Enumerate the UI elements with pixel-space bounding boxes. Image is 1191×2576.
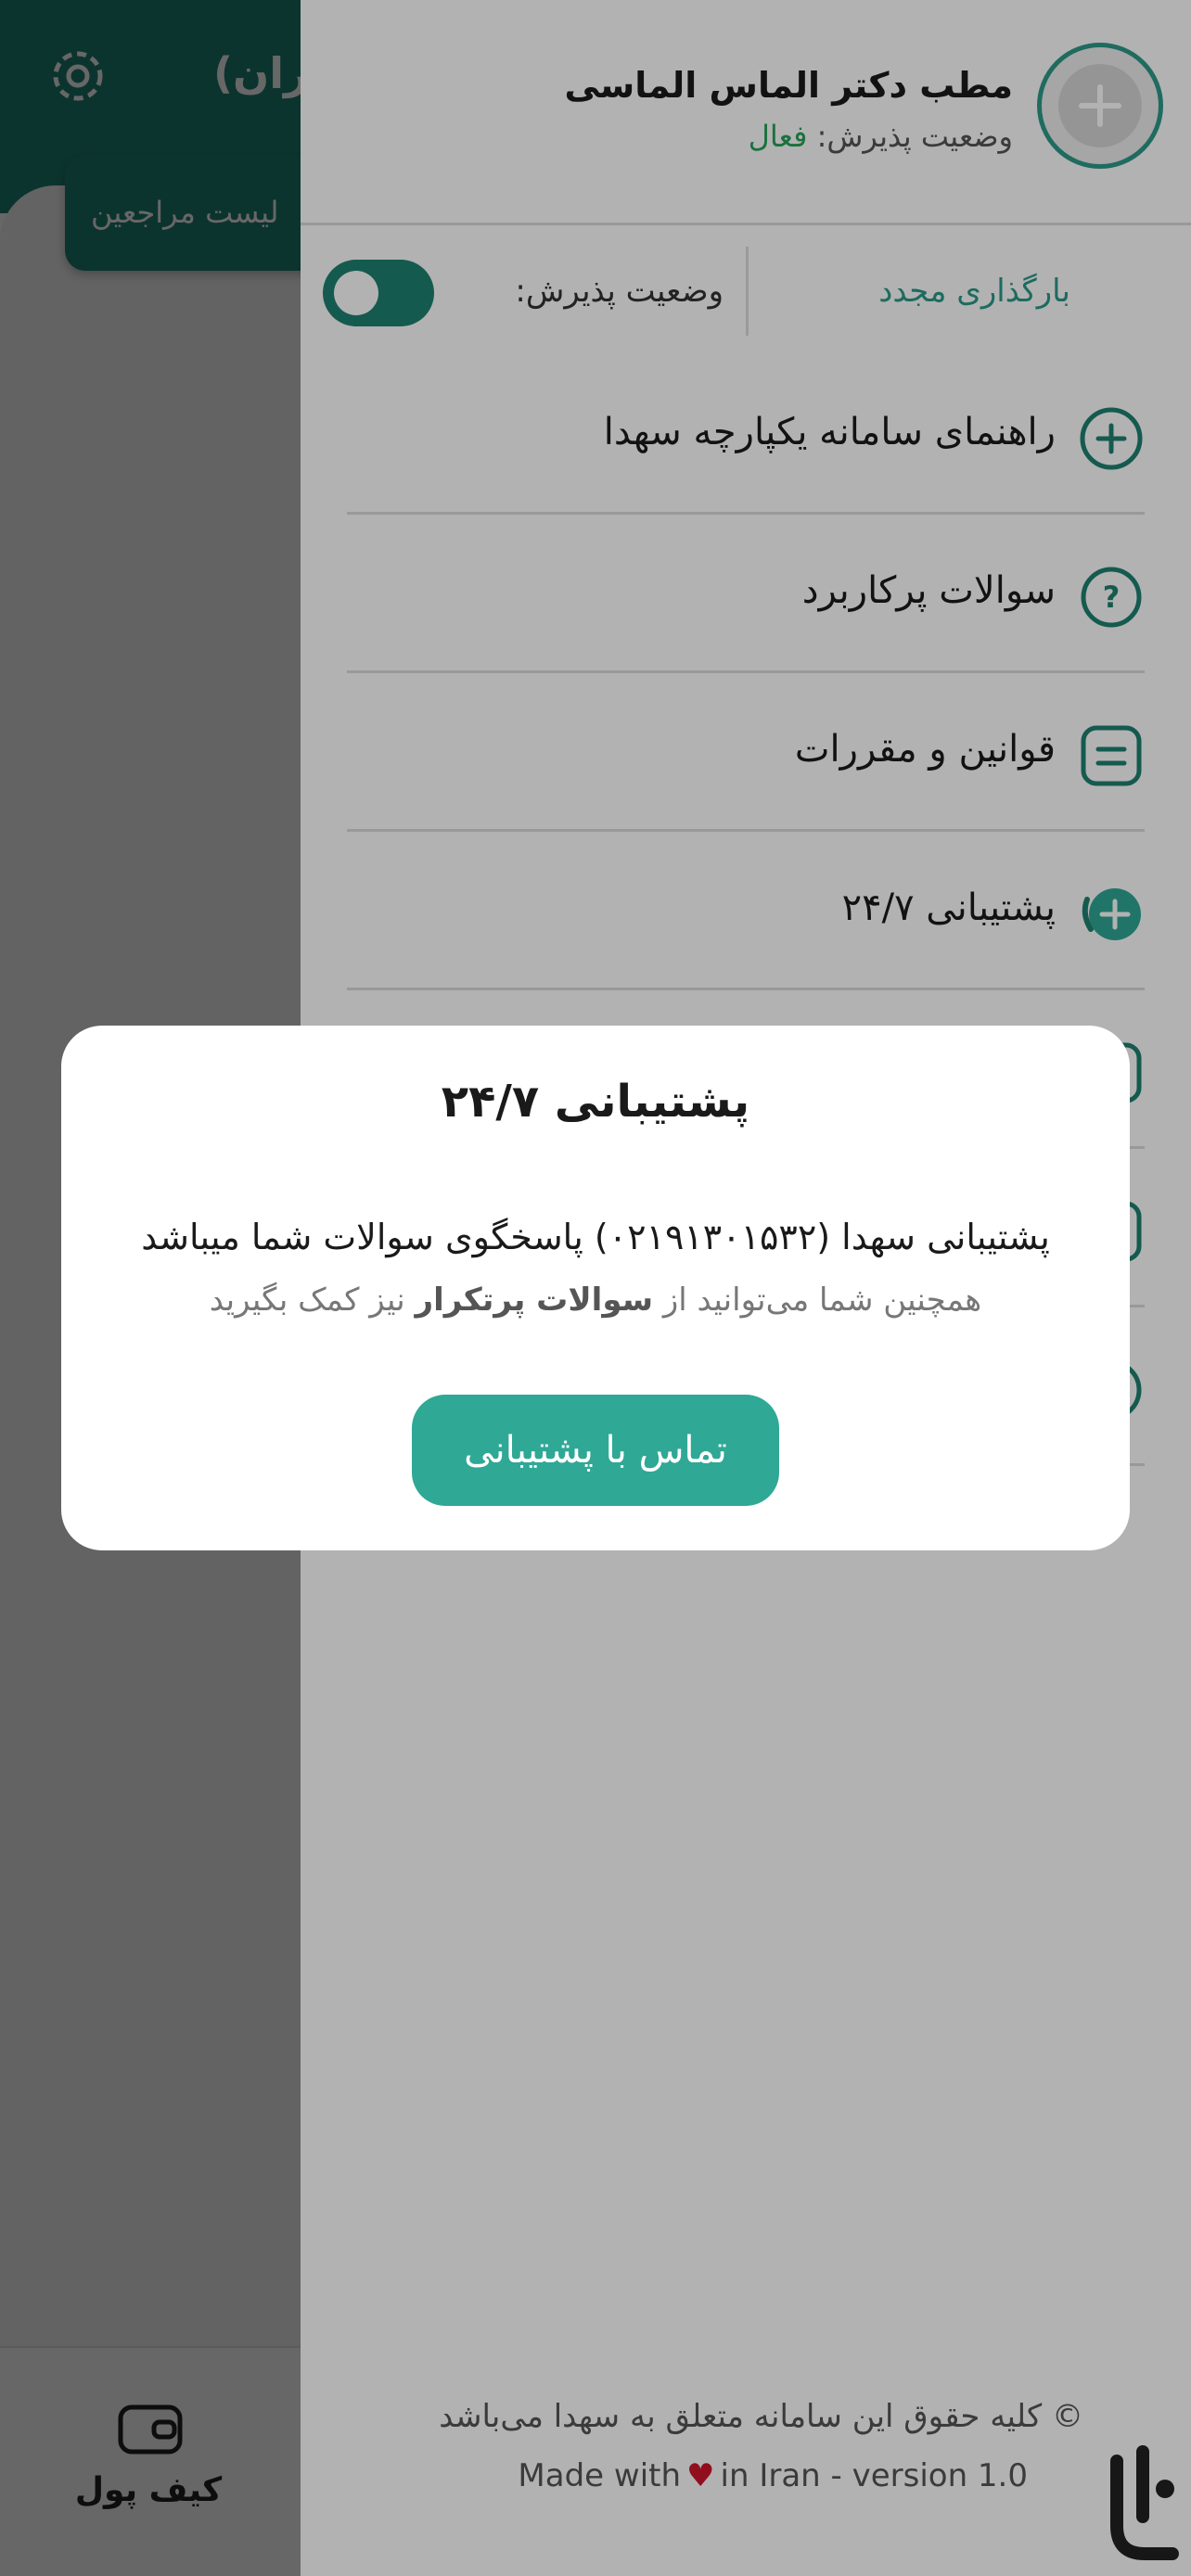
contact-support-button[interactable]: تماس با پشتیبانی: [412, 1395, 779, 1506]
dialog-faq-suffix: نیز کمک بگیرید: [209, 1282, 416, 1319]
dialog-faq-text: همچنین شما می‌توانید از سوالات پرتکرار ن…: [61, 1282, 1130, 1319]
dialog-faq-prefix: همچنین شما می‌توانید از: [653, 1282, 982, 1319]
dialog-support-phone-text: پشتیبانی سهدا (۰۲۱۹۱۳۰۱۵۳۲) پاسخگوی سوال…: [141, 1217, 1050, 1257]
support-dialog: پشتیبانی ۲۴/۷ پشتیبانی سهدا (۰۲۱۹۱۳۰۱۵۳۲…: [61, 1026, 1130, 1550]
faq-link[interactable]: سوالات پرتکرار: [416, 1282, 654, 1319]
dialog-title: پشتیبانی ۲۴/۷: [441, 1076, 750, 1128]
